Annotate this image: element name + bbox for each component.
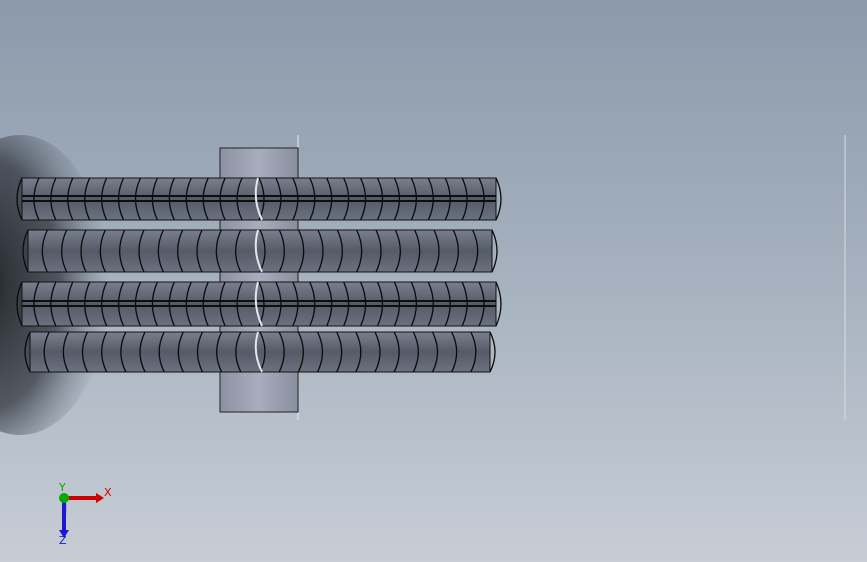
y-axis-dot: [59, 493, 69, 503]
blade-edge: [495, 177, 502, 221]
blade-row-upper-ring-a[interactable]: [16, 177, 502, 221]
impeller-model[interactable]: [0, 0, 867, 562]
axis-triad: X Y Z: [58, 481, 112, 547]
z-axis-label: Z: [59, 534, 67, 547]
x-axis-label: X: [104, 486, 112, 499]
blade-edge: [491, 229, 498, 273]
blade-row-lower-ring-b[interactable]: [24, 331, 496, 373]
blade-edge: [489, 331, 496, 373]
y-axis-label: Y: [58, 481, 66, 494]
blade-row-upper-ring-b[interactable]: [16, 281, 502, 327]
graphics-viewport[interactable]: X Y Z: [0, 0, 867, 562]
blade-edge: [495, 281, 502, 327]
x-axis-arrowhead: [96, 493, 104, 503]
blade-row-middle-ring-a[interactable]: [22, 229, 498, 273]
